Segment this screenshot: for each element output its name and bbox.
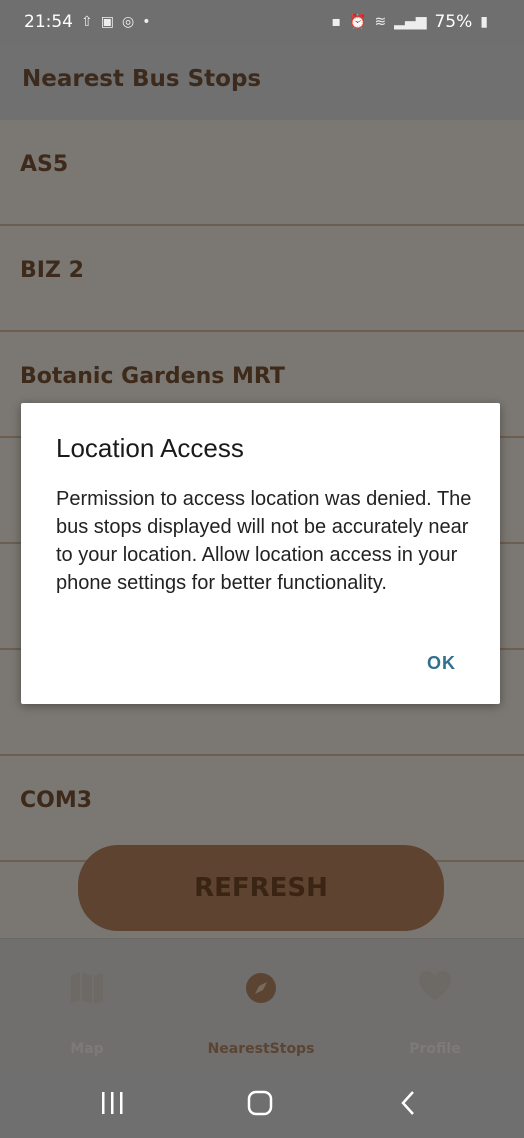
home-button[interactable] xyxy=(246,1088,274,1122)
dot-icon: • xyxy=(142,14,151,30)
upload-icon: ⇧ xyxy=(81,14,93,30)
location-access-dialog: Location Access Permission to access loc… xyxy=(21,403,500,704)
dialog-message: Permission to access location was denied… xyxy=(56,488,472,594)
nav-label-nearest-stops: NearestStops xyxy=(207,1041,315,1057)
battery-level: 75% xyxy=(434,12,473,32)
map-icon xyxy=(69,971,105,1009)
stop-label: COM3 xyxy=(20,788,93,813)
dialog-title: Location Access xyxy=(56,433,244,463)
wifi-icon: ≋ xyxy=(374,14,387,30)
status-time: 21:54 xyxy=(24,12,73,32)
nav-item-profile[interactable]: Profile xyxy=(348,939,522,1071)
list-item[interactable]: AS5 xyxy=(0,120,524,226)
nav-item-map[interactable]: Map xyxy=(0,939,174,1071)
stop-label: AS5 xyxy=(20,152,69,177)
back-button[interactable] xyxy=(396,1088,420,1122)
signal-icon: ▂▄▆ xyxy=(394,14,427,30)
stop-label: Botanic Gardens MRT xyxy=(20,364,285,389)
compass-icon xyxy=(244,971,278,1009)
page-title: Nearest Bus Stops xyxy=(22,66,262,92)
recent-apps-button[interactable] xyxy=(100,1088,126,1122)
nav-label-profile: Profile xyxy=(409,1041,461,1057)
whatsapp-icon: ◎ xyxy=(121,14,135,30)
lock-icon: ▪ xyxy=(331,14,342,30)
battery-icon: ▮ xyxy=(480,14,488,30)
bottom-nav: Map NearestStops Profile xyxy=(0,938,524,1071)
heart-icon xyxy=(418,971,452,1005)
screenshot-icon: ▣ xyxy=(100,14,114,30)
status-bar: 21:54 ⇧ ▣ ◎ • ▪ ⏰ ≋ ▂▄▆ 75% ▮ xyxy=(0,0,524,46)
alarm-icon: ⏰ xyxy=(349,14,367,30)
system-nav-bar xyxy=(0,1070,524,1138)
app-bar: Nearest Bus Stops xyxy=(0,46,524,120)
ok-button[interactable]: OK xyxy=(427,653,456,674)
nav-label-map: Map xyxy=(70,1041,104,1057)
list-item[interactable]: BIZ 2 xyxy=(0,226,524,332)
nav-item-nearest-stops[interactable]: NearestStops xyxy=(174,939,348,1071)
refresh-button[interactable]: REFRESH xyxy=(78,845,444,931)
stop-label: BIZ 2 xyxy=(20,258,84,283)
